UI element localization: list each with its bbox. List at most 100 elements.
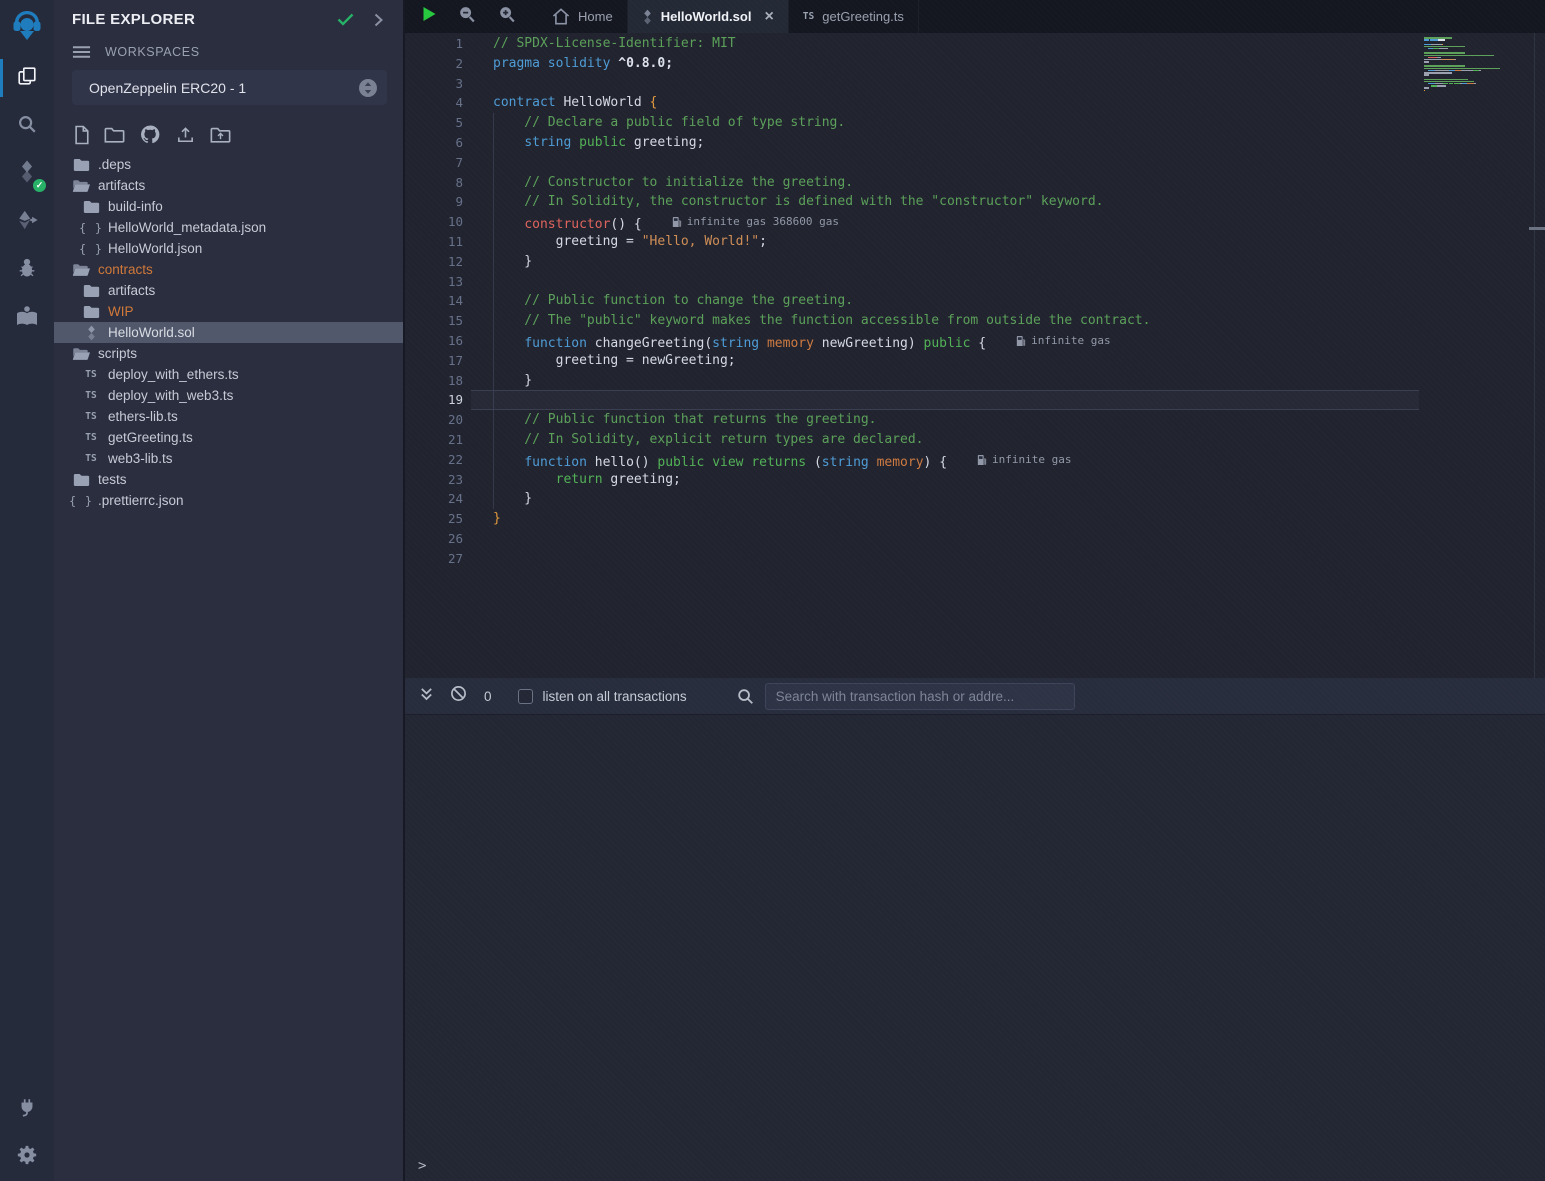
code-line[interactable]: 10 constructor() {infinite gas 368600 ga… xyxy=(405,212,1545,232)
tree-item-build-info[interactable]: build-info xyxy=(54,196,403,217)
terminal-clear-button[interactable] xyxy=(450,685,467,707)
editor-scrollbar-marker[interactable] xyxy=(1529,227,1545,230)
ban-icon xyxy=(450,685,467,707)
search-rail-button[interactable] xyxy=(0,102,54,150)
debugger-bug-icon xyxy=(16,257,38,284)
tree-item-scripts[interactable]: scripts xyxy=(54,343,403,364)
plugin-manager-rail-button[interactable] xyxy=(0,1085,54,1133)
tree-item-contracts[interactable]: contracts xyxy=(54,259,403,280)
remix-logo-icon[interactable] xyxy=(0,0,54,54)
code-line[interactable]: 26 xyxy=(405,529,1545,549)
tree-item-helloworld-json[interactable]: { }HelloWorld.json xyxy=(54,238,403,259)
tree-item-getgreeting-ts[interactable]: TSgetGreeting.ts xyxy=(54,427,403,448)
minimap[interactable] xyxy=(1424,37,1512,92)
tree-item--deps[interactable]: .deps xyxy=(54,154,403,175)
code-line[interactable]: 15 // The "public" keyword makes the fun… xyxy=(405,311,1545,331)
line-number: 16 xyxy=(405,331,471,351)
tree-item-deploy-with-ethers-ts[interactable]: TSdeploy_with_ethers.ts xyxy=(54,364,403,385)
code-editor[interactable]: 1// SPDX-License-Identifier: MIT2pragma … xyxy=(405,33,1545,678)
code-line[interactable]: 6 string public greeting; xyxy=(405,133,1545,153)
code-line[interactable]: 24 } xyxy=(405,489,1545,509)
code-line[interactable]: 7 xyxy=(405,153,1545,173)
code-line[interactable]: 21 // In Solidity, explicit return types… xyxy=(405,430,1545,450)
code-line[interactable]: 11 greeting = "Hello, World!"; xyxy=(405,232,1545,252)
tree-item-helloworld-metadata-json[interactable]: { }HelloWorld_metadata.json xyxy=(54,217,403,238)
line-number: 26 xyxy=(405,529,471,549)
code-line[interactable]: 5 // Declare a public field of type stri… xyxy=(405,113,1545,133)
code-line[interactable]: 8 // Constructor to initialize the greet… xyxy=(405,173,1545,193)
code-line[interactable]: 23 return greeting; xyxy=(405,470,1545,490)
code-line[interactable]: 25} xyxy=(405,509,1545,529)
file-explorer-rail-button[interactable] xyxy=(0,54,54,102)
debugger-rail-button[interactable] xyxy=(0,246,54,294)
solidity-compiler-rail-button[interactable]: ✓ xyxy=(0,150,54,198)
zoom-out-button[interactable] xyxy=(457,4,477,29)
upload-folder-icon[interactable] xyxy=(210,125,231,144)
code-line[interactable]: 14 // Public function to change the gree… xyxy=(405,291,1545,311)
code-line[interactable]: 27 xyxy=(405,549,1545,569)
ts-icon: TS xyxy=(82,453,100,464)
files-icon xyxy=(16,65,38,92)
tab-helloworld-sol[interactable]: HelloWorld.sol× xyxy=(628,0,789,33)
code-line[interactable]: 13 xyxy=(405,272,1545,292)
line-number: 8 xyxy=(405,173,471,193)
code-line-content: greeting = newGreeting; xyxy=(471,351,736,371)
new-folder-icon[interactable] xyxy=(104,125,125,144)
folder-closed-icon xyxy=(72,158,90,172)
code-line[interactable]: 16 function changeGreeting(string memory… xyxy=(405,331,1545,351)
tree-item-wip[interactable]: WIP xyxy=(54,301,403,322)
terminal-panel[interactable]: > xyxy=(405,714,1545,1181)
tree-item-web3-lib-ts[interactable]: TSweb3-lib.ts xyxy=(54,448,403,469)
play-icon xyxy=(422,6,437,27)
tab-getgreeting-ts[interactable]: TSgetGreeting.ts xyxy=(789,0,919,33)
code-line[interactable]: 18 } xyxy=(405,371,1545,391)
gas-estimate-annotation: infinite gas xyxy=(1016,331,1110,351)
upload-file-icon[interactable] xyxy=(175,125,196,145)
code-line[interactable]: 17 greeting = newGreeting; xyxy=(405,351,1545,371)
code-line-content xyxy=(471,153,493,173)
tab-home[interactable]: Home xyxy=(538,0,628,33)
tree-item-artifacts[interactable]: artifacts xyxy=(54,280,403,301)
line-number: 27 xyxy=(405,549,471,569)
compile-success-badge: ✓ xyxy=(32,178,47,193)
ts-icon: TS xyxy=(803,11,814,22)
tree-item-tests[interactable]: tests xyxy=(54,469,403,490)
run-script-button[interactable] xyxy=(422,6,437,27)
learneth-rail-button[interactable] xyxy=(0,294,54,342)
panel-title: FILE EXPLORER xyxy=(72,11,317,28)
chevron-right-icon[interactable] xyxy=(374,13,383,27)
code-line[interactable]: 12 } xyxy=(405,252,1545,272)
code-line[interactable]: 20 // Public function that returns the g… xyxy=(405,410,1545,430)
code-line[interactable]: 22 function hello() public view returns … xyxy=(405,450,1545,470)
tree-item-ethers-lib-ts[interactable]: TSethers-lib.ts xyxy=(54,406,403,427)
listen-transactions-label[interactable]: listen on all transactions xyxy=(543,689,687,704)
hamburger-menu-icon[interactable] xyxy=(72,45,91,59)
code-area: 1// SPDX-License-Identifier: MIT2pragma … xyxy=(405,33,1545,569)
tree-item--prettierrc-json[interactable]: { }.prettierrc.json xyxy=(54,490,403,511)
code-line[interactable]: 9 // In Solidity, the constructor is def… xyxy=(405,192,1545,212)
github-icon[interactable] xyxy=(139,124,161,145)
code-line[interactable]: 19 xyxy=(405,390,1545,410)
zoom-in-icon xyxy=(497,4,517,29)
close-icon[interactable]: × xyxy=(764,9,773,25)
code-line[interactable]: 2pragma solidity ^0.8.0; xyxy=(405,54,1545,74)
folder-closed-icon xyxy=(82,305,100,319)
new-file-icon[interactable] xyxy=(73,125,90,145)
code-line[interactable]: 4contract HelloWorld { xyxy=(405,93,1545,113)
terminal-search-input[interactable] xyxy=(765,683,1075,710)
tree-item-deploy-with-web3-ts[interactable]: TSdeploy_with_web3.ts xyxy=(54,385,403,406)
editor-scrollbar-track xyxy=(1534,33,1535,678)
folder-closed-icon xyxy=(72,473,90,487)
code-line[interactable]: 1// SPDX-License-Identifier: MIT xyxy=(405,34,1545,54)
listen-transactions-checkbox[interactable] xyxy=(518,689,533,704)
terminal-collapse-button[interactable] xyxy=(419,686,434,707)
zoom-in-button[interactable] xyxy=(497,4,517,29)
panel-editor-divider[interactable] xyxy=(403,0,405,1181)
settings-rail-button[interactable] xyxy=(0,1133,54,1181)
tree-item-helloworld-sol[interactable]: HelloWorld.sol xyxy=(54,322,403,343)
check-icon[interactable] xyxy=(337,13,354,26)
tree-item-artifacts[interactable]: artifacts xyxy=(54,175,403,196)
code-line[interactable]: 3 xyxy=(405,74,1545,94)
workspace-select[interactable]: OpenZeppelin ERC20 - 1 xyxy=(72,70,387,105)
deploy-run-rail-button[interactable] xyxy=(0,198,54,246)
